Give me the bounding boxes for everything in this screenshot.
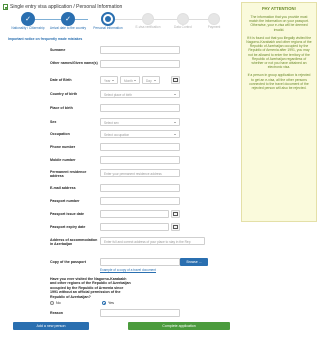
page-title: Single entry visa application / Personal…: [10, 3, 123, 10]
check-icon: ✓: [21, 12, 35, 26]
current-step-icon: [101, 12, 115, 26]
place-birth-input[interactable]: [100, 104, 180, 112]
sex-row: Sex Select sex: [50, 118, 220, 126]
residence-input[interactable]: Enter your permanent residence address: [100, 169, 180, 177]
calendar-icon[interactable]: [171, 76, 180, 84]
step-evisa-verification: E-visa verification: [128, 12, 168, 30]
passport-expiry-input[interactable]: [100, 223, 169, 231]
accommodation-row: Address of accommodation in Azerbaijan E…: [50, 236, 220, 246]
occupation-row: Occupation Select occupation: [50, 130, 220, 138]
dob-label: Date of Birth: [50, 77, 72, 82]
country-birth-select[interactable]: Select place of birth: [100, 90, 180, 98]
step-arrival-date[interactable]: ✓ Arrival date to the country: [48, 12, 88, 31]
step-personal-information: Personal Information: [88, 12, 128, 31]
radio-icon: [50, 301, 54, 305]
pending-step-icon: [177, 13, 189, 25]
important-notice-link[interactable]: Important notice on frequently made mist…: [8, 37, 82, 41]
reason-label: Reason: [50, 310, 63, 315]
surname-input[interactable]: [100, 46, 180, 54]
passport-issue-row: Passport issue date: [50, 210, 220, 218]
other-names-input[interactable]: [100, 60, 180, 68]
occupied-regions-question: Have you ever visited the Nagorno-Karaba…: [50, 277, 131, 299]
other-names-label: Other names/Given name(s): [50, 60, 98, 65]
passport-number-input[interactable]: [100, 197, 180, 205]
passport-number-label: Passport number: [50, 198, 80, 203]
occupation-select[interactable]: Select occupation: [100, 130, 180, 138]
attention-title: PAY ATTENTION!: [262, 6, 296, 11]
check-icon: ✓: [61, 12, 75, 26]
browse-button[interactable]: Browse ...: [180, 258, 208, 266]
sex-label: Sex: [50, 119, 57, 124]
accommodation-input[interactable]: Enter full and correct address of your p…: [100, 237, 205, 245]
radio-yes[interactable]: Yes: [102, 301, 114, 305]
passport-copy-filename[interactable]: [100, 258, 180, 266]
mobile-row: Mobile number: [50, 156, 220, 164]
residence-row: Permanent residence address Enter your p…: [50, 168, 220, 178]
reason-row: Reason: [50, 309, 220, 317]
mobile-input[interactable]: [100, 156, 180, 164]
passport-expiry-label: Passport expiry date: [50, 224, 86, 229]
accommodation-label: Address of accommodation in Azerbaijan: [50, 237, 98, 246]
other-names-row: Other names/Given name(s): [50, 59, 220, 68]
passport-number-row: Passport number: [50, 197, 220, 205]
place-birth-label: Place of birth: [50, 105, 73, 110]
pending-step-icon: [142, 13, 154, 25]
step-nationality[interactable]: ✓ Nationality / Citizenship: [8, 12, 48, 31]
document-icon: [3, 3, 8, 10]
place-birth-row: Place of birth: [50, 104, 220, 112]
attention-paragraph: If a person in group application is reje…: [247, 73, 311, 91]
residence-label: Permanent residence address: [50, 169, 87, 178]
calendar-icon[interactable]: [171, 210, 180, 218]
dob-day-select[interactable]: Day: [142, 76, 160, 84]
country-birth-row: Country of birth Select place of birth: [50, 90, 220, 98]
passport-copy-row: Copy of the passport Browse ...: [50, 258, 220, 266]
email-input[interactable]: [100, 184, 180, 192]
add-person-button[interactable]: Add a new person: [13, 322, 89, 330]
attention-paragraph: The information that you provide must ma…: [249, 15, 309, 32]
passport-issue-label: Passport issue date: [50, 211, 84, 216]
reason-input[interactable]: [100, 309, 180, 317]
progress-steps: ✓ Nationality / Citizenship ✓ Arrival da…: [8, 12, 220, 34]
phone-input[interactable]: [100, 143, 180, 151]
mobile-label: Mobile number: [50, 157, 76, 162]
dob-row: Date of Birth Year Month Day: [50, 76, 220, 84]
radio-no[interactable]: No: [50, 301, 61, 305]
dob-year-select[interactable]: Year: [100, 76, 118, 84]
attention-paragraph: If it is found out that you illegally vi…: [246, 35, 312, 70]
complete-application-button[interactable]: Complete application: [128, 322, 230, 330]
phone-label: Phone number: [50, 144, 76, 149]
email-row: E-mail address: [50, 184, 220, 192]
passport-expiry-row: Passport expiry date: [50, 223, 220, 231]
sample-document-link[interactable]: Example of a copy of a travel document: [100, 268, 156, 272]
email-label: E-mail address: [50, 185, 76, 190]
occupation-label: Occupation: [50, 131, 70, 136]
step-payment: Payment: [194, 12, 234, 30]
pending-step-icon: [208, 13, 220, 25]
surname-row: Surname: [50, 46, 220, 54]
passport-copy-label: Copy of the passport: [50, 259, 86, 264]
passport-issue-input[interactable]: [100, 210, 169, 218]
radio-selected-icon: [102, 301, 106, 305]
dob-month-select[interactable]: Month: [120, 76, 140, 84]
page-header: Single entry visa application / Personal…: [3, 2, 233, 11]
country-birth-label: Country of birth: [50, 91, 78, 96]
phone-row: Phone number: [50, 143, 220, 151]
surname-label: Surname: [50, 47, 66, 52]
attention-panel: PAY ATTENTION! The information that you …: [241, 2, 317, 222]
calendar-icon[interactable]: [171, 223, 180, 231]
sex-select[interactable]: Select sex: [100, 118, 180, 126]
